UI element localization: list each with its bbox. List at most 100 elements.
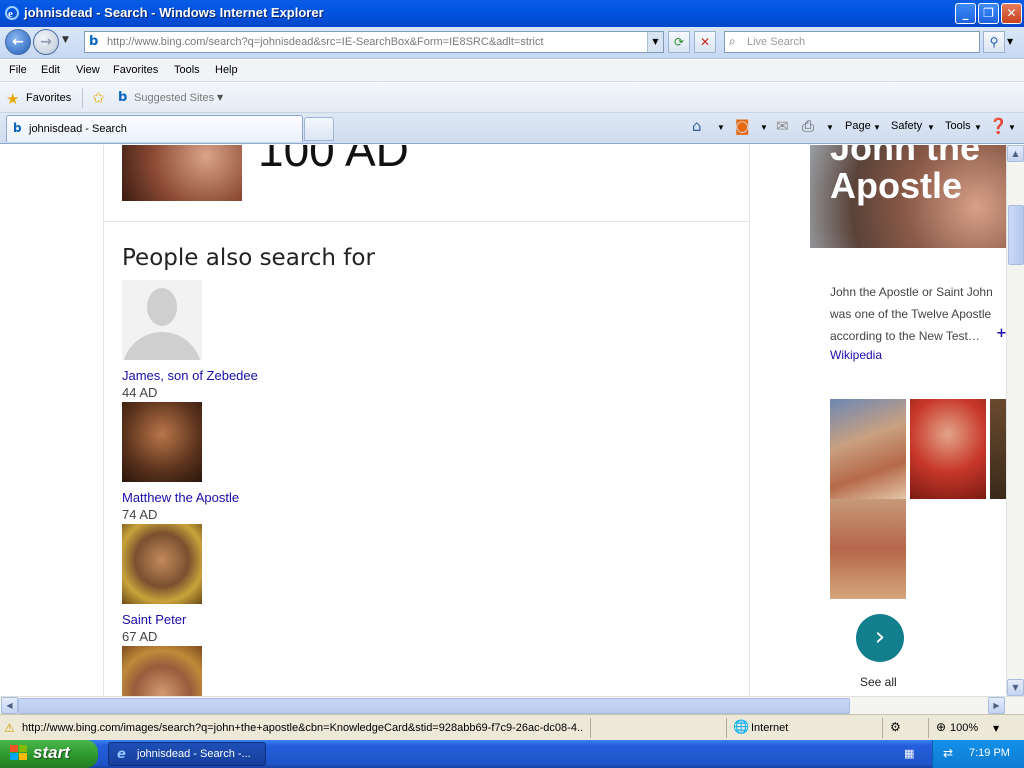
horizontal-scrollbar[interactable]: ◀ ▶ bbox=[0, 696, 1024, 714]
network-icon[interactable]: ⇄ bbox=[943, 746, 953, 760]
expand-description-icon[interactable]: + bbox=[996, 326, 1006, 341]
knowledge-panel-image[interactable] bbox=[830, 399, 906, 499]
bing-favicon-icon: b bbox=[118, 90, 128, 105]
recent-pages-dropdown-icon[interactable]: ▼ bbox=[62, 35, 69, 45]
address-url[interactable]: http://www.bing.com/search?q=johnisdead&… bbox=[107, 36, 647, 48]
related-person-link[interactable]: James, son of Zebedee bbox=[122, 368, 258, 383]
status-divider bbox=[726, 718, 727, 738]
favorites-separator bbox=[82, 88, 83, 108]
help-dropdown-icon[interactable]: ▼ bbox=[1008, 123, 1016, 132]
related-person-portrait[interactable] bbox=[122, 524, 202, 604]
status-url: http://www.bing.com/images/search?q=john… bbox=[22, 722, 584, 734]
forward-button[interactable]: → bbox=[33, 29, 59, 55]
scroll-right-icon[interactable]: ▶ bbox=[988, 697, 1005, 714]
bing-favicon-icon: b bbox=[89, 34, 99, 49]
see-all-button[interactable]: › bbox=[856, 614, 904, 662]
search-icon: ⌕ bbox=[729, 34, 736, 48]
vertical-scroll-thumb[interactable] bbox=[1008, 205, 1024, 265]
default-avatar-icon[interactable] bbox=[122, 280, 202, 360]
suggested-sites-button[interactable]: Suggested Sites bbox=[134, 92, 214, 104]
start-label: start bbox=[33, 743, 70, 762]
related-person-date: 67 AD bbox=[122, 629, 158, 644]
clock[interactable]: 7:19 PM bbox=[969, 747, 1010, 759]
refresh-button[interactable]: ⟳ bbox=[668, 31, 690, 53]
back-button[interactable]: ← bbox=[5, 29, 31, 55]
person-portrait-image[interactable] bbox=[122, 145, 242, 201]
related-person-item[interactable]: Saint Peter 67 AD bbox=[122, 524, 202, 644]
menu-edit[interactable]: Edit bbox=[41, 64, 60, 76]
forward-arrow-icon: → bbox=[40, 34, 52, 50]
search-input[interactable]: ⌕ Live Search bbox=[724, 31, 980, 53]
related-person-portrait[interactable] bbox=[122, 646, 202, 696]
close-button[interactable]: ✕ bbox=[1001, 3, 1022, 24]
stop-button[interactable]: ✕ bbox=[694, 31, 716, 53]
ie-logo-icon: e bbox=[117, 747, 126, 762]
status-bar: ⚠ http://www.bing.com/images/search?q=jo… bbox=[0, 714, 1024, 740]
rss-feed-icon[interactable]: ◙ bbox=[735, 117, 750, 135]
suggested-sites-dropdown-icon[interactable]: ▼ bbox=[217, 93, 223, 102]
knowledge-panel-hero-image[interactable]: John the Apostle bbox=[810, 145, 1006, 248]
zoom-icon[interactable]: ⊕ bbox=[936, 720, 946, 734]
page-viewport: 100 AD People also search for James, son… bbox=[0, 145, 1006, 696]
related-person-portrait[interactable] bbox=[122, 402, 202, 482]
print-icon[interactable]: ⎙ bbox=[802, 117, 814, 135]
favorites-button[interactable]: Favorites bbox=[26, 92, 71, 104]
home-dropdown-icon[interactable]: ▼ bbox=[717, 123, 725, 132]
knowledge-panel-image[interactable] bbox=[910, 399, 986, 499]
maximize-button[interactable]: ❐ bbox=[978, 3, 999, 24]
safety-menu-button[interactable]: Safety bbox=[891, 120, 922, 132]
zoom-dropdown-icon[interactable]: ▼ bbox=[993, 724, 999, 733]
knowledge-panel-image[interactable] bbox=[830, 499, 906, 599]
menu-favorites[interactable]: Favorites bbox=[113, 64, 158, 76]
search-go-button[interactable]: ⚲ bbox=[983, 31, 1005, 53]
menu-file[interactable]: File bbox=[9, 64, 27, 76]
menu-view[interactable]: View bbox=[76, 64, 100, 76]
tools-menu-button[interactable]: Tools bbox=[945, 120, 971, 132]
page-menu-button[interactable]: Page bbox=[845, 120, 871, 132]
horizontal-scroll-thumb[interactable] bbox=[18, 698, 850, 714]
search-options-dropdown-icon[interactable]: ▼ bbox=[1007, 37, 1013, 46]
start-button[interactable]: start bbox=[0, 740, 98, 768]
related-person-link[interactable]: Saint Peter bbox=[122, 612, 186, 627]
menu-tools[interactable]: Tools bbox=[174, 64, 200, 76]
menu-help[interactable]: Help bbox=[215, 64, 238, 76]
related-person-link[interactable]: Matthew the Apostle bbox=[122, 490, 239, 505]
help-icon[interactable]: ❓ bbox=[989, 117, 1008, 135]
scroll-down-icon[interactable]: ▼ bbox=[1007, 679, 1024, 696]
mail-icon[interactable]: ✉ bbox=[776, 117, 789, 135]
address-field[interactable]: b http://www.bing.com/search?q=johnisdea… bbox=[84, 31, 664, 53]
knowledge-panel-image[interactable] bbox=[990, 399, 1006, 499]
system-tray: ⇄ 7:19 PM bbox=[932, 740, 1024, 768]
print-dropdown-icon[interactable]: ▼ bbox=[826, 123, 834, 132]
home-icon[interactable]: ⌂ bbox=[692, 117, 702, 135]
safety-dropdown-icon[interactable]: ▼ bbox=[927, 123, 935, 132]
new-tab-button[interactable] bbox=[304, 117, 334, 141]
protected-mode-icon[interactable]: ⚙ bbox=[890, 720, 901, 734]
address-dropdown-icon[interactable]: ▼ bbox=[647, 32, 663, 52]
related-person-item[interactable] bbox=[122, 646, 202, 696]
taskbar-item-ie[interactable]: e johnisdead - Search -... bbox=[108, 742, 266, 766]
scroll-up-icon[interactable]: ▲ bbox=[1007, 145, 1024, 162]
scroll-left-icon[interactable]: ◀ bbox=[1, 697, 18, 714]
status-divider bbox=[590, 718, 591, 738]
description-line: according to the New Test… bbox=[830, 329, 980, 343]
add-to-favorites-bar-icon[interactable]: ✩ bbox=[92, 89, 105, 107]
refresh-icon: ⟳ bbox=[673, 35, 685, 49]
tools-dropdown-icon[interactable]: ▼ bbox=[974, 123, 982, 132]
svg-text:e: e bbox=[8, 8, 13, 20]
minimize-button[interactable]: _ bbox=[955, 3, 976, 24]
keyboard-icon[interactable]: ▦ bbox=[904, 747, 914, 760]
favorites-star-icon[interactable]: ★ bbox=[6, 90, 19, 108]
page-dropdown-icon[interactable]: ▼ bbox=[873, 123, 881, 132]
see-all-label[interactable]: See all bbox=[860, 675, 897, 689]
related-person-item[interactable]: Matthew the Apostle 74 AD bbox=[122, 402, 239, 522]
related-person-item[interactable]: James, son of Zebedee 44 AD bbox=[122, 280, 258, 400]
section-divider bbox=[103, 221, 750, 222]
taskbar-item-label: johnisdead - Search -... bbox=[137, 748, 251, 760]
vertical-scrollbar[interactable]: ▲ ▼ bbox=[1006, 145, 1024, 696]
wikipedia-link[interactable]: Wikipedia bbox=[830, 348, 882, 362]
zoom-level[interactable]: 100% bbox=[950, 722, 978, 734]
feed-dropdown-icon[interactable]: ▼ bbox=[760, 123, 768, 132]
windows-logo-icon bbox=[10, 745, 28, 765]
tab-johnisdead-search[interactable]: b johnisdead - Search bbox=[6, 115, 303, 142]
